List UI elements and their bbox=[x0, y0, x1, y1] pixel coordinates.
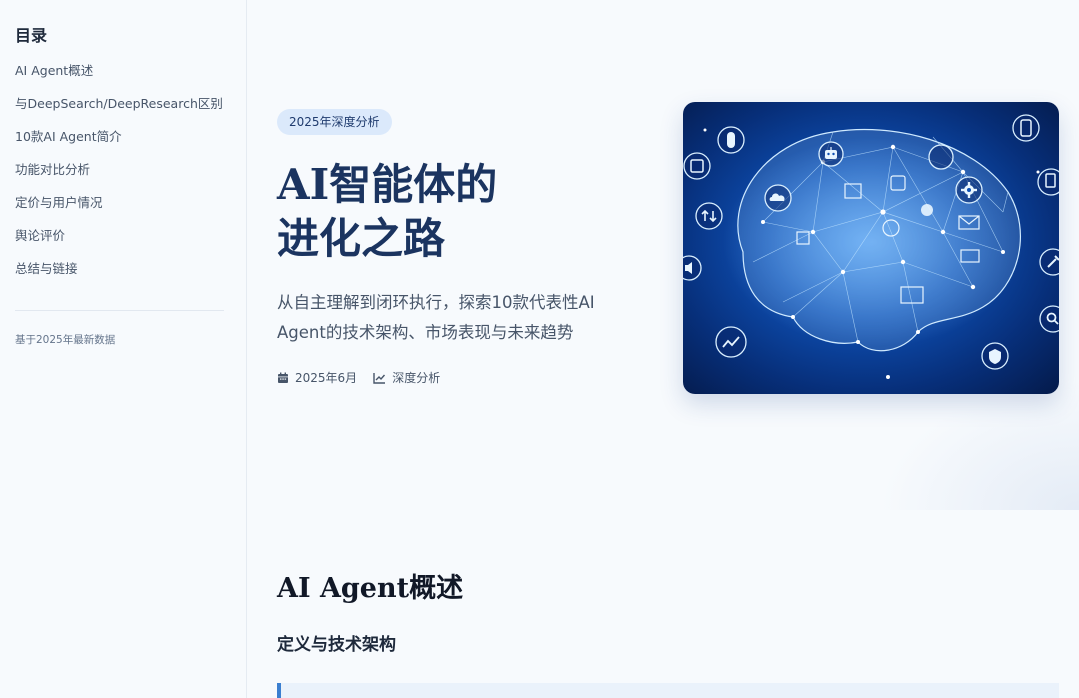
toc-title: 目录 bbox=[15, 26, 48, 45]
sidebar: 目录 AI Agent概述 与DeepSearch/DeepResearch区别… bbox=[0, 0, 247, 698]
meta-date-text: 2025年6月 bbox=[295, 371, 358, 385]
highlight-block bbox=[277, 683, 1059, 698]
hero-title-line2: 进化之路 bbox=[277, 214, 446, 263]
hero-title: AI智能体的 进化之路 bbox=[277, 158, 637, 266]
toc-divider bbox=[15, 310, 224, 311]
calendar-icon bbox=[278, 372, 288, 383]
toc-item-comparison[interactable]: 功能对比分析 bbox=[15, 161, 230, 194]
toc-note: 基于2025年最新数据 bbox=[15, 334, 116, 346]
toc-item-difference[interactable]: 与DeepSearch/DeepResearch区别 bbox=[15, 95, 230, 128]
meta-category: 深度分析 bbox=[373, 369, 440, 386]
toc-item-summary[interactable]: 总结与链接 bbox=[15, 260, 230, 293]
hero-image bbox=[683, 102, 1059, 394]
subsection-title: 定义与技术架构 bbox=[277, 635, 396, 655]
hero-meta: 2025年6月 深度分析 bbox=[277, 369, 456, 386]
ai-brain-illustration bbox=[683, 114, 1059, 379]
meta-date: 2025年6月 bbox=[277, 369, 357, 386]
toc-list: AI Agent概述 与DeepSearch/DeepResearch区别 10… bbox=[15, 62, 230, 293]
toc-item-overview[interactable]: AI Agent概述 bbox=[15, 62, 230, 95]
hero-badge: 2025年深度分析 bbox=[277, 109, 392, 135]
toc-item-pricing[interactable]: 定价与用户情况 bbox=[15, 194, 230, 227]
hero-subtitle: 从自主理解到闭环执行，探索10款代表性AI Agent的技术架构、市场表现与未来… bbox=[277, 293, 595, 342]
chart-line-icon bbox=[373, 372, 386, 384]
main-content: 2025年深度分析 AI智能体的 进化之路 从自主理解到闭环执行，探索10款代表… bbox=[248, 0, 1079, 698]
toc-item-agents[interactable]: 10款AI Agent简介 bbox=[15, 128, 230, 161]
hero-title-line1: AI智能体的 bbox=[277, 160, 498, 209]
meta-category-text: 深度分析 bbox=[392, 371, 441, 385]
decorative-fade bbox=[879, 380, 1079, 510]
section-title: AI Agent概述 bbox=[277, 573, 464, 604]
toc-item-opinion[interactable]: 舆论评价 bbox=[15, 227, 230, 260]
